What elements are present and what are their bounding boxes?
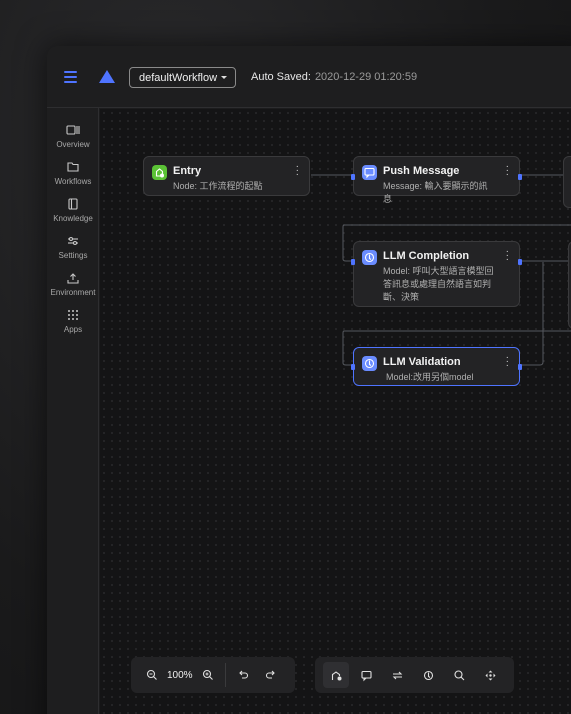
node-push-message[interactable]: Push Message Message: 輸入要顯示的訊息 · · · [351,156,522,204]
sidebar-item-label: Settings [58,251,88,260]
hamburger-menu-icon[interactable] [64,71,77,83]
autosave-time: 2020-12-29 01:20:59 [314,71,418,83]
sidebar-item-label: Knowledge [53,214,93,223]
llm-icon [423,670,433,680]
sidebar-item-knowledge[interactable]: Knowledge [47,198,99,223]
node-llm-completion[interactable]: LLM Completion Model: 呼叫大型語言模型回答訊息或處理自然語… [351,241,522,307]
input-port[interactable] [351,364,355,370]
node-desc: Model: 呼叫大型語言模型回答訊息或處理自然語言如判斷、決策 [383,266,494,302]
sidebar-item-environment[interactable]: Environment [47,272,99,297]
zoom-in-icon [202,669,213,680]
undo-button[interactable] [232,664,254,686]
sidebar-item-label: Apps [63,325,83,334]
node-toolbar [315,657,514,693]
node-title: Push Message [383,165,460,177]
sidebar-item-apps[interactable]: Apps [47,309,99,334]
autosave-status: Auto Saved: 2020-12-29 01:20:59 [251,71,417,83]
folder-icon [66,161,80,173]
node-entry[interactable]: Entry Node: 工作流程的起點 · · · [143,156,310,196]
undo-icon [238,670,248,679]
sidebar-item-label: Environment [50,288,96,297]
node-llm-validation[interactable]: LLM Validation Model:改用另個model · · · [351,347,522,386]
connection-lines [311,174,571,366]
logo-icon [99,70,115,83]
input-port[interactable] [351,259,355,265]
redo-button[interactable] [260,664,282,686]
entry-icon [152,165,167,180]
swap-arrows-icon [392,671,402,679]
toolbar-divider [224,663,226,687]
top-bar: defaultWorkflow Auto Saved: 2020-12-29 01… [47,46,571,108]
workflow-canvas[interactable]: Entry Node: 工作流程的起點 · · · Push Message Mes… [100,109,571,714]
move-button[interactable] [479,664,501,686]
autosave-label: Auto Saved: [251,71,311,83]
sidebar-item-overview[interactable]: Overview [47,124,99,149]
upload-icon [66,272,80,284]
entry-icon [331,670,341,680]
node-desc: Node: 工作流程的起點 [173,181,263,191]
workflow-select-label: defaultWorkflow [139,71,218,84]
zoom-in-button[interactable] [197,664,219,686]
output-port[interactable] [518,364,522,370]
add-llm-node-button[interactable] [417,664,439,686]
search-button[interactable] [448,664,470,686]
node-title: Entry [173,165,202,177]
zoom-level: 100% [167,669,193,681]
zoom-toolbar: 100% [131,657,295,693]
sidebar-item-label: Workflows [54,177,92,186]
move-icon [485,670,495,680]
redo-icon [265,670,275,679]
add-message-node-button[interactable] [355,664,377,686]
workflow-select[interactable]: defaultWorkflow [129,67,236,88]
chevron-down-icon [221,76,227,79]
grid-icon [66,309,80,321]
message-icon [362,165,377,180]
sidebar-item-label: Overview [56,140,90,149]
message-icon [360,670,372,681]
add-branch-node-button[interactable] [386,664,408,686]
sidebar-item-settings[interactable]: Settings [47,235,99,260]
node-desc: Model:改用另個model [386,372,474,382]
node-title: LLM Validation [383,356,461,368]
output-port[interactable] [518,174,522,180]
zoom-out-button[interactable] [141,664,163,686]
book-icon [66,198,80,210]
more-options-icon[interactable]: · · · [296,162,299,180]
zoom-out-icon [146,669,157,680]
node-desc: Message: 輸入要顯示的訊息 [383,181,488,204]
add-entry-node-button[interactable] [323,662,349,688]
sliders-icon [66,235,80,247]
more-options-icon[interactable]: · · · [506,353,509,371]
node-offscreen[interactable] [563,156,571,208]
overview-icon [66,124,80,136]
input-port[interactable] [351,174,355,180]
node-title: LLM Completion [383,250,470,262]
more-options-icon[interactable]: · · · [506,162,509,180]
app-window: defaultWorkflow Auto Saved: 2020-12-29 01… [47,46,571,714]
sidebar: Overview Workflows Knowledge Settings En… [47,108,99,714]
llm-icon [362,250,377,265]
search-icon [453,669,464,680]
more-options-icon[interactable]: · · · [506,247,509,265]
sidebar-item-workflows[interactable]: Workflows [47,161,99,186]
output-port[interactable] [518,259,522,265]
llm-icon [362,356,377,371]
